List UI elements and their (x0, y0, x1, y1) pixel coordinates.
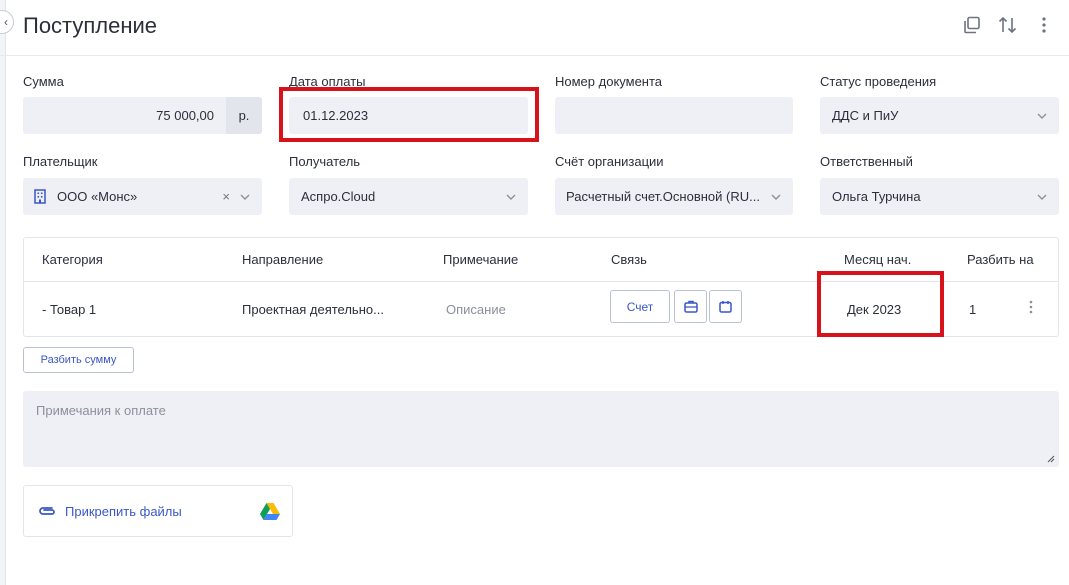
org-account-label: Счёт организации (555, 154, 664, 169)
recipient-select[interactable]: Аспро.Cloud (289, 178, 528, 215)
split-amount-button[interactable]: Разбить сумму (23, 347, 134, 373)
row-more-icon[interactable] (1029, 300, 1035, 316)
briefcase-button[interactable] (674, 290, 707, 323)
posting-status-value: ДДС и ПиУ (832, 108, 899, 123)
left-panel-strip (0, 0, 6, 585)
payment-notes-field[interactable] (23, 391, 1059, 467)
row-note[interactable]: Описание (446, 302, 506, 317)
building-icon (34, 189, 48, 205)
posting-status-label: Статус проведения (820, 74, 937, 89)
column-header-month: Месяц нач. (844, 252, 912, 267)
org-account-select[interactable]: Расчетный счет.Основной (RU... (555, 178, 793, 215)
invoice-link-button[interactable]: Счет (610, 290, 670, 323)
row-category[interactable]: - Товар 1 (42, 302, 96, 317)
highlight-box-date (279, 87, 539, 142)
chevron-left-icon: ‹ (4, 15, 8, 29)
currency-unit: р. (226, 97, 262, 134)
chevron-down-icon (240, 192, 250, 202)
page-title: Поступление (23, 13, 158, 38)
calendar-button[interactable] (709, 290, 742, 323)
recipient-label: Получатель (289, 154, 361, 169)
amount-value: 75 000,00 (156, 108, 214, 123)
google-drive-icon[interactable] (259, 502, 281, 526)
row-direction[interactable]: Проектная деятельно... (242, 302, 384, 317)
calendar-icon (719, 301, 732, 313)
payment-notes-input[interactable] (23, 391, 1059, 467)
chevron-down-icon (1037, 192, 1047, 202)
chevron-down-icon (506, 192, 516, 202)
posting-status-select[interactable]: ДДС и ПиУ (820, 97, 1059, 134)
chevron-down-icon (771, 192, 781, 202)
more-vertical-icon[interactable] (1033, 14, 1055, 36)
chevron-down-icon (1037, 111, 1047, 121)
page-header: Поступление (0, 0, 1069, 56)
column-header-split: Разбить на (967, 252, 1034, 267)
doc-number-field[interactable] (555, 97, 793, 134)
responsible-label: Ответственный (820, 154, 913, 169)
copy-icon[interactable] (961, 14, 983, 36)
payer-value: ООО «Монс» (57, 189, 138, 204)
responsible-select[interactable]: Ольга Турчина (820, 178, 1059, 215)
column-header-note: Примечание (443, 252, 519, 267)
recipient-value: Аспро.Cloud (301, 189, 376, 204)
column-header-direction: Направление (242, 252, 324, 267)
attach-files-panel[interactable]: Прикрепить файлы (23, 485, 293, 537)
column-header-link: Связь (611, 252, 647, 267)
doc-number-label: Номер документа (555, 74, 663, 89)
clear-icon[interactable]: × (222, 189, 230, 204)
resize-grip-icon[interactable] (1047, 455, 1055, 463)
payer-label: Плательщик (23, 154, 98, 169)
paperclip-icon (37, 504, 57, 523)
org-account-value: Расчетный счет.Основной (RU... (566, 189, 760, 204)
sort-icon[interactable] (997, 14, 1019, 36)
briefcase-icon (683, 300, 698, 313)
amount-label: Сумма (23, 74, 64, 89)
highlight-box-month (817, 271, 944, 337)
column-header-category: Категория (42, 252, 103, 267)
responsible-value: Ольга Турчина (832, 189, 921, 204)
attach-files-label: Прикрепить файлы (65, 504, 182, 519)
row-split[interactable]: 1 (969, 302, 976, 317)
amount-field[interactable]: 75 000,00 р. (23, 97, 262, 134)
payer-select[interactable]: ООО «Монс» × (23, 178, 262, 215)
